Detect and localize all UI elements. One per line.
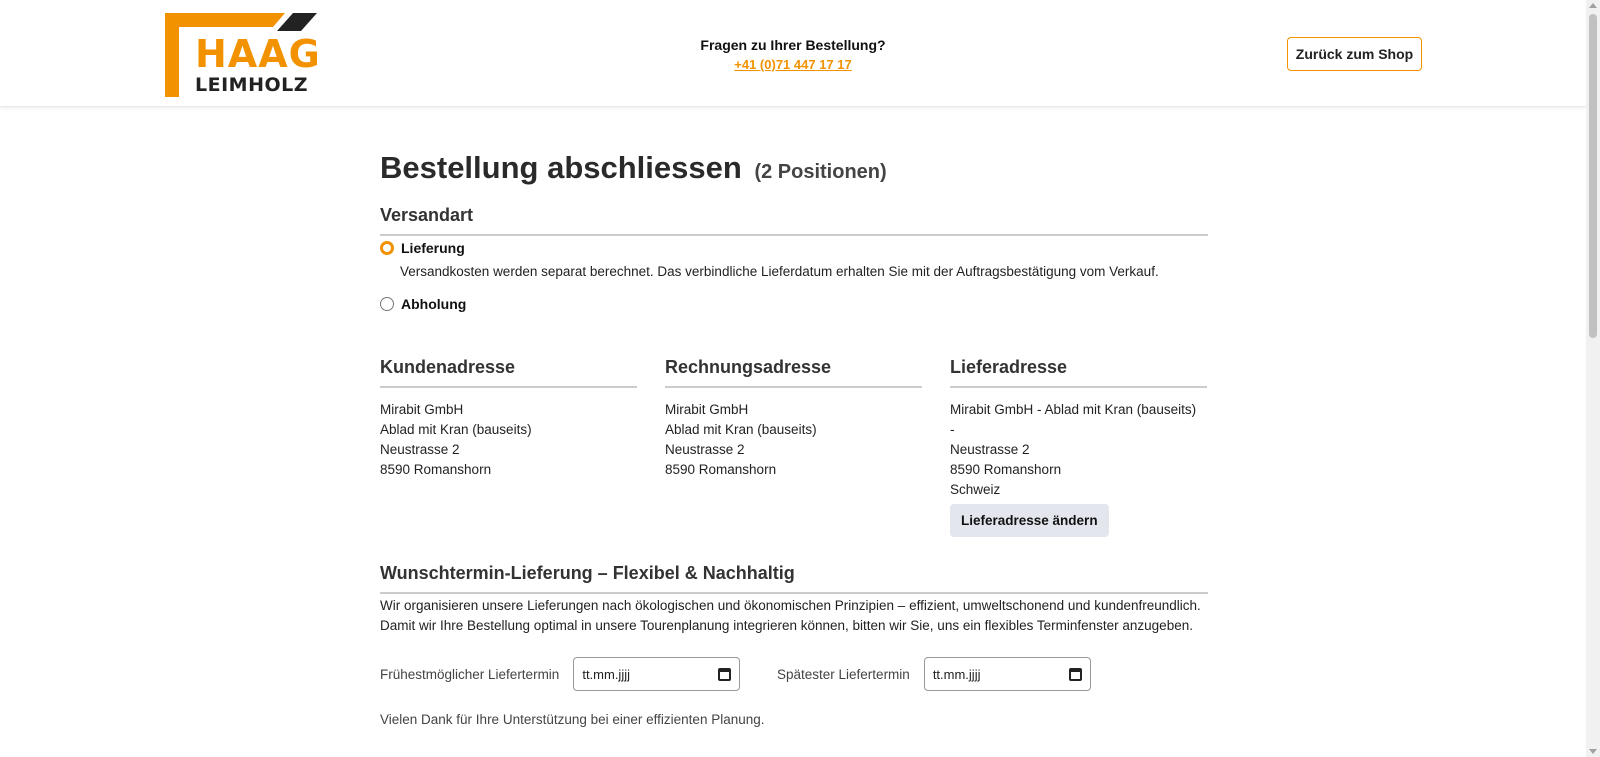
logo-text-leimholz: LEIMHOLZ (195, 74, 308, 96)
delivery-window-section: Wunschtermin-Lieferung – Flexibel & Nach… (380, 562, 1208, 594)
page-title: Bestellung abschliessen (2 Positionen) (380, 148, 1208, 192)
address-line: Ablad mit Kran (bauseits) (665, 422, 817, 437)
address-line: - (950, 422, 955, 437)
billing-address-lines: Mirabit GmbH Ablad mit Kran (bauseits) N… (665, 400, 922, 480)
billing-address: Rechnungsadresse Mirabit GmbH Ablad mit … (665, 356, 922, 480)
address-line: 8590 Romanshorn (665, 462, 777, 477)
haag-leimholz-logo[interactable]: HAAG LEIMHOLZ (165, 13, 320, 97)
delivery-address-heading: Lieferadresse (950, 356, 1207, 388)
earliest-date-label: Frühestmöglicher Liefertermin (380, 666, 560, 682)
address-line: Mirabit GmbH (665, 402, 749, 417)
address-line: 8590 Romanshorn (380, 462, 492, 477)
pickup-radio-label: Abholung (401, 296, 467, 312)
latest-date-row: Spätester Liefertermin tt.mm.jjjj (777, 657, 1091, 691)
calendar-icon[interactable] (718, 667, 732, 681)
customer-address: Kundenadresse Mirabit GmbH Ablad mit Kra… (380, 356, 637, 480)
contact-question: Fragen zu Ihrer Bestellung? (700, 37, 886, 53)
billing-address-heading: Rechnungsadresse (665, 356, 922, 388)
earliest-date-placeholder: tt.mm.jjjj (582, 666, 630, 682)
earliest-date-row: Frühestmöglicher Liefertermin tt.mm.jjjj (380, 657, 741, 691)
delivery-address: Lieferadresse Mirabit GmbH - Ablad mit K… (950, 356, 1207, 537)
scroll-down-icon[interactable] (1589, 749, 1597, 754)
delivery-window-heading: Wunschtermin-Lieferung – Flexibel & Nach… (380, 562, 1208, 594)
change-delivery-address-button[interactable]: Lieferadresse ändern (950, 504, 1109, 537)
address-line: Mirabit GmbH (380, 402, 464, 417)
checkout-main: Bestellung abschliessen (2 Positionen) V… (380, 130, 1208, 727)
shipping-heading: Versandart (380, 204, 1208, 236)
delivery-window-text-1: Wir organisieren unsere Lieferungen nach… (380, 598, 1201, 613)
latest-date-placeholder: tt.mm.jjjj (932, 666, 981, 682)
address-line: Neustrasse 2 (380, 442, 460, 457)
earliest-date-input[interactable]: tt.mm.jjjj (573, 657, 741, 691)
delivery-window-description: Wir organisieren unsere Lieferungen nach… (380, 596, 1208, 636)
position-count: (2 Positionen) (754, 161, 887, 183)
shipping-option-pickup[interactable]: Abholung (380, 296, 466, 312)
customer-address-lines: Mirabit GmbH Ablad mit Kran (bauseits) N… (380, 400, 637, 480)
contact-phone-link[interactable]: +41 (0)71 447 17 17 (734, 56, 851, 73)
pickup-radio[interactable] (380, 297, 394, 311)
calendar-icon[interactable] (1068, 667, 1082, 681)
address-line: 8590 Romanshorn (950, 462, 1062, 477)
shipping-method-section: Versandart (380, 204, 1208, 236)
page-scrollbar[interactable] (1586, 0, 1600, 757)
address-line: Schweiz (950, 482, 1001, 497)
customer-address-heading: Kundenadresse (380, 356, 637, 388)
address-line: Neustrasse 2 (665, 442, 745, 457)
delivery-radio-label: Lieferung (401, 240, 465, 256)
address-line: Neustrasse 2 (950, 442, 1030, 457)
delivery-window-text-2: Damit wir Ihre Bestellung optimal in uns… (380, 618, 1193, 633)
address-line: Ablad mit Kran (bauseits) (380, 422, 532, 437)
scroll-up-icon[interactable] (1589, 3, 1597, 8)
latest-date-label: Spätester Liefertermin (777, 666, 910, 682)
contact-info: Fragen zu Ihrer Bestellung? +41 (0)71 44… (640, 36, 946, 74)
delivery-radio[interactable] (380, 241, 394, 255)
delivery-address-lines: Mirabit GmbH - Ablad mit Kran (bauseits)… (950, 400, 1207, 500)
back-to-shop-button[interactable]: Zurück zum Shop (1287, 37, 1422, 71)
delivery-description: Versandkosten werden separat berechnet. … (400, 264, 1159, 279)
shipping-option-delivery[interactable]: Lieferung (380, 240, 465, 256)
address-line: Mirabit GmbH - Ablad mit Kran (bauseits) (950, 402, 1197, 417)
thanks-note: Vielen Dank für Ihre Unterstützung bei e… (380, 712, 765, 727)
logo-text-haag: HAAG (195, 32, 321, 76)
latest-date-input[interactable]: tt.mm.jjjj (923, 657, 1091, 691)
site-header: HAAG LEIMHOLZ Fragen zu Ihrer Bestellung… (0, 0, 1586, 107)
page-title-text: Bestellung abschliessen (380, 150, 742, 185)
scroll-thumb[interactable] (1589, 14, 1597, 338)
